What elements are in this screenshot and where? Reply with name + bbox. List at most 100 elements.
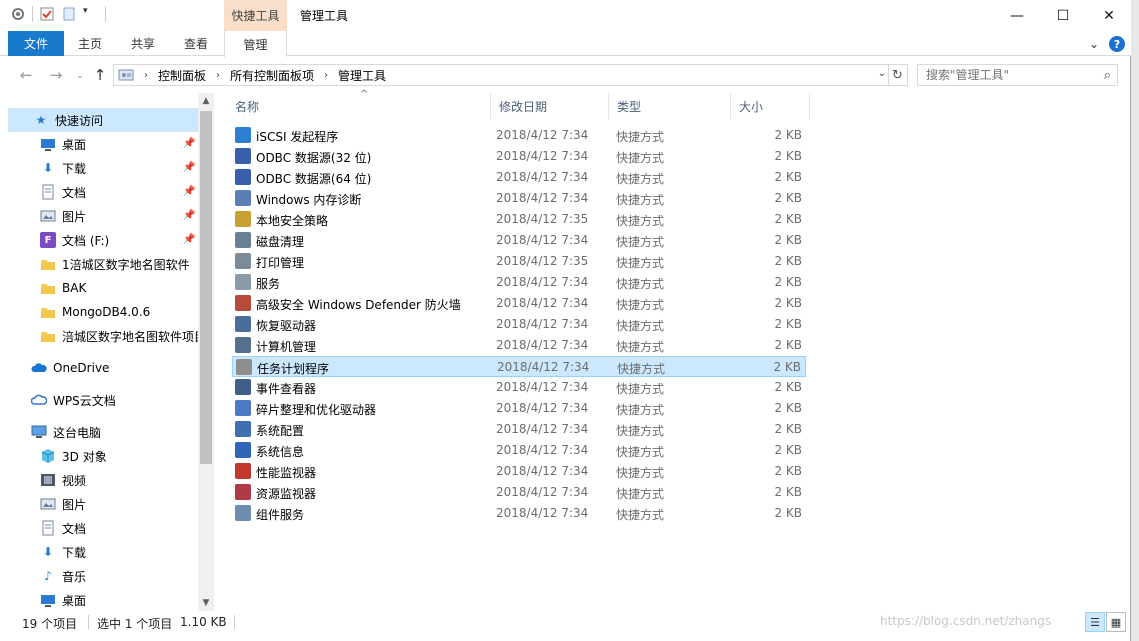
pin-icon[interactable]: 📌 <box>183 210 195 221</box>
nav-label: 1涪城区数字地名图软件 <box>62 257 190 272</box>
nav-drive-f[interactable]: F 文档 (F:) <box>40 228 109 252</box>
star-icon: ★ <box>35 113 47 127</box>
nav-downloads[interactable]: ⬇ 下载 <box>40 156 86 180</box>
pin-icon[interactable]: 📌 <box>183 138 195 149</box>
nav-folder[interactable]: MongoDB4.0.6 <box>40 300 150 324</box>
new-folder-icon[interactable] <box>61 6 77 22</box>
tab-view[interactable]: 查看 <box>172 31 220 56</box>
nav-pc-pictures[interactable]: 图片 <box>40 492 86 516</box>
tab-file[interactable]: 文件 <box>8 31 64 56</box>
properties-icon[interactable] <box>10 6 26 22</box>
nav-wps-cloud[interactable]: WPS云文档 <box>31 388 116 412</box>
file-row[interactable]: 本地安全策略 2018/4/12 7:35 快捷方式 2 KB <box>232 209 806 230</box>
file-row[interactable]: 事件查看器 2018/4/12 7:34 快捷方式 2 KB <box>232 377 806 398</box>
breadcrumb-admin-tools[interactable]: 管理工具 <box>338 67 386 84</box>
sort-ascending-icon: ^ <box>360 89 369 100</box>
file-name: 打印管理 <box>256 256 305 270</box>
scrollbar-thumb[interactable] <box>200 111 212 464</box>
checklist-icon[interactable] <box>39 6 55 22</box>
nav-folder[interactable]: 1涪城区数字地名图软件 <box>40 252 190 276</box>
address-bar[interactable]: › 控制面板 › 所有控制面板项 › 管理工具 ⌄ <box>113 64 889 86</box>
folder-icon <box>40 304 56 320</box>
file-row[interactable]: iSCSI 发起程序 2018/4/12 7:34 快捷方式 2 KB <box>232 125 806 146</box>
file-name: 磁盘清理 <box>256 235 305 249</box>
folder-icon <box>40 328 56 344</box>
help-icon[interactable]: ? <box>1109 36 1125 52</box>
file-row[interactable]: 系统配置 2018/4/12 7:34 快捷方式 2 KB <box>232 419 806 440</box>
breadcrumb-control-panel[interactable]: 控制面板 <box>158 67 206 84</box>
nav-3d-objects[interactable]: 3D 对象 <box>40 444 107 468</box>
customize-dropdown-icon[interactable]: ▾ <box>83 6 99 22</box>
nav-this-pc[interactable]: 这台电脑 <box>31 420 101 444</box>
column-header-name[interactable]: 名称 ^ <box>227 89 491 119</box>
close-button[interactable]: ✕ <box>1086 0 1132 31</box>
file-row[interactable]: 高级安全 Windows Defender 防火墙 2018/4/12 7:34 快… <box>232 293 806 314</box>
details-view-button[interactable]: ☰ <box>1085 612 1105 632</box>
file-row[interactable]: ODBC 数据源(64 位) 2018/4/12 7:34 快捷方式 2 KB <box>232 167 806 188</box>
pin-icon[interactable]: 📌 <box>183 234 195 245</box>
file-row[interactable]: 组件服务 2018/4/12 7:34 快捷方式 2 KB <box>232 503 806 524</box>
file-size: 2 KB <box>774 296 802 310</box>
minimize-button[interactable]: — <box>994 0 1040 31</box>
nav-videos[interactable]: 视频 <box>40 468 86 492</box>
nav-pc-desktop[interactable]: 桌面 <box>40 588 86 611</box>
column-header-type[interactable]: 类型 <box>609 93 731 119</box>
shortcut-icon <box>235 379 251 395</box>
file-modified-date: 2018/4/12 7:34 <box>496 401 589 415</box>
maximize-button[interactable]: ☐ <box>1040 0 1086 31</box>
file-row[interactable]: 系统信息 2018/4/12 7:34 快捷方式 2 KB <box>232 440 806 461</box>
tab-home[interactable]: 主页 <box>66 31 114 56</box>
file-row[interactable]: Windows 内存诊断 2018/4/12 7:34 快捷方式 2 KB <box>232 188 806 209</box>
up-button[interactable]: ↑ <box>90 65 110 85</box>
nav-pc-documents[interactable]: 文档 <box>40 516 86 540</box>
back-button[interactable]: ← <box>16 65 36 85</box>
nav-label: 涪城区数字地名图软件项目 <box>62 329 198 344</box>
navpane-scrollbar[interactable]: ▲ ▼ <box>198 93 214 611</box>
search-icon[interactable]: ⌕ <box>1104 68 1111 83</box>
file-modified-date: 2018/4/12 7:34 <box>496 128 589 142</box>
nav-folder[interactable]: 涪城区数字地名图软件项目 <box>40 324 198 348</box>
file-row[interactable]: 恢复驱动器 2018/4/12 7:34 快捷方式 2 KB <box>232 314 806 335</box>
forward-button[interactable]: → <box>46 65 66 85</box>
column-header-size[interactable]: 大小 <box>731 93 810 119</box>
nav-quick-access[interactable]: ★ 快速访问 <box>8 108 198 132</box>
recent-locations-button[interactable]: ⌄ <box>70 65 90 85</box>
large-icons-view-button[interactable]: ▦ <box>1106 612 1126 632</box>
pin-icon[interactable]: 📌 <box>183 162 195 173</box>
file-modified-date: 2018/4/12 7:34 <box>496 485 589 499</box>
file-name: 系统信息 <box>256 445 305 459</box>
search-input[interactable] <box>918 65 1088 85</box>
nav-music[interactable]: ♪ 音乐 <box>40 564 86 588</box>
file-row[interactable]: ODBC 数据源(32 位) 2018/4/12 7:34 快捷方式 2 KB <box>232 146 806 167</box>
nav-desktop[interactable]: 桌面 <box>40 132 86 156</box>
nav-pictures[interactable]: 图片 <box>40 204 86 228</box>
file-name: 计算机管理 <box>256 340 317 354</box>
nav-folder[interactable]: BAK <box>40 276 86 300</box>
nav-pc-downloads[interactable]: ⬇ 下载 <box>40 540 86 564</box>
shortcut-icon <box>235 148 251 164</box>
pin-icon[interactable]: 📌 <box>183 186 195 197</box>
address-dropdown-icon[interactable]: ⌄ <box>878 68 886 79</box>
breadcrumb-all-items[interactable]: 所有控制面板项 <box>230 67 314 84</box>
scroll-down-icon[interactable]: ▼ <box>198 595 214 611</box>
file-row[interactable]: 磁盘清理 2018/4/12 7:34 快捷方式 2 KB <box>232 230 806 251</box>
nav-documents[interactable]: 文档 <box>40 180 86 204</box>
nav-label: 快速访问 <box>55 113 104 128</box>
file-row[interactable]: 性能监视器 2018/4/12 7:34 快捷方式 2 KB <box>232 461 806 482</box>
file-row[interactable]: 任务计划程序 2018/4/12 7:34 快捷方式 2 KB <box>232 356 806 377</box>
shortcut-icon <box>235 442 251 458</box>
refresh-button[interactable]: ↻ <box>888 64 908 86</box>
file-row[interactable]: 服务 2018/4/12 7:34 快捷方式 2 KB <box>232 272 806 293</box>
tab-manage[interactable]: 管理 <box>224 31 287 57</box>
tab-share[interactable]: 共享 <box>119 31 167 56</box>
nav-onedrive[interactable]: OneDrive <box>31 356 109 380</box>
column-header-modified[interactable]: 修改日期 <box>491 93 609 119</box>
file-row[interactable]: 打印管理 2018/4/12 7:35 快捷方式 2 KB <box>232 251 806 272</box>
nav-label: 文档 <box>62 185 87 200</box>
ribbon-collapse-icon[interactable]: ⌄ <box>1089 37 1099 51</box>
file-row[interactable]: 资源监视器 2018/4/12 7:34 快捷方式 2 KB <box>232 482 806 503</box>
search-box[interactable]: ⌕ <box>917 64 1118 86</box>
file-row[interactable]: 碎片整理和优化驱动器 2018/4/12 7:34 快捷方式 2 KB <box>232 398 806 419</box>
file-row[interactable]: 计算机管理 2018/4/12 7:34 快捷方式 2 KB <box>232 335 806 356</box>
scroll-up-icon[interactable]: ▲ <box>198 93 214 109</box>
